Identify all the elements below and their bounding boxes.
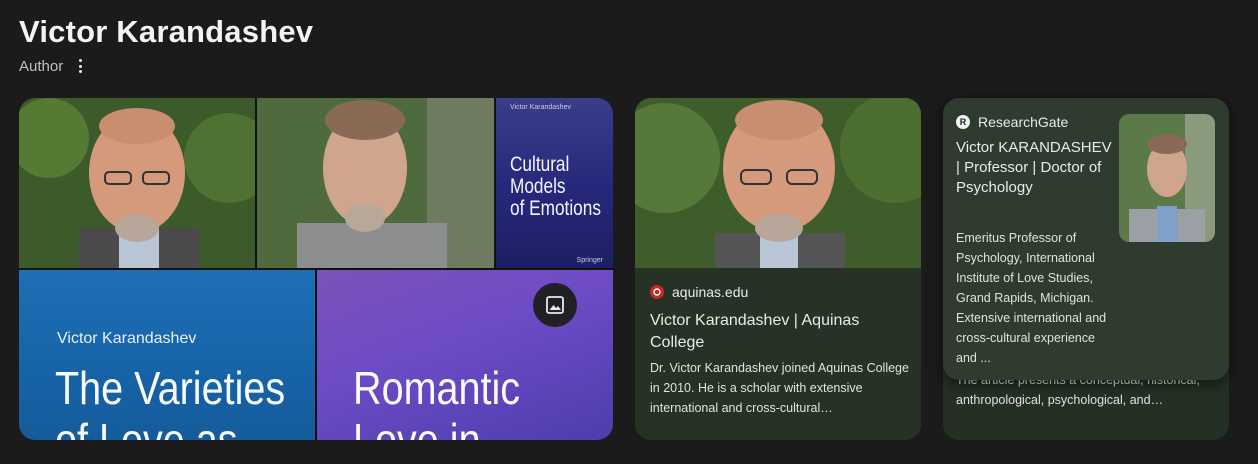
researchgate-favicon: R <box>956 115 970 129</box>
source-name: ResearchGate <box>978 114 1069 130</box>
aquinas-favicon <box>650 285 664 299</box>
book-cover-varieties-of-love[interactable]: Victor Karandashev The Varieties of Love… <box>19 270 315 440</box>
card-thumbnail <box>635 98 921 268</box>
entity-subtitle: Author <box>19 57 86 75</box>
image-collage[interactable]: Victor Karandashev Cultural Models of Em… <box>19 98 613 440</box>
book-author: Victor Karandashev <box>510 104 571 111</box>
book-title: Cultural Models of Emotions <box>510 153 601 220</box>
card-description: Dr. Victor Karandashev joined Aquinas Co… <box>650 361 909 415</box>
more-vert-icon[interactable] <box>75 57 86 75</box>
book-title: Romantic Love in <box>353 362 521 440</box>
source-name: aquinas.edu <box>672 284 749 300</box>
book-title: The Varieties of Love as <box>55 362 286 440</box>
page-title: Victor Karandashev <box>19 14 314 49</box>
book-author: Victor Karandashev <box>57 330 197 347</box>
preview-popover[interactable]: R ResearchGate Victor KARANDASHEV | Prof… <box>943 98 1229 380</box>
card-source[interactable]: aquinas.edu <box>650 284 748 300</box>
book-cover-cultural-models[interactable]: Victor Karandashev Cultural Models of Em… <box>496 98 613 268</box>
popover-thumbnail <box>1119 114 1215 242</box>
image-icon[interactable] <box>533 283 577 327</box>
result-card-aquinas[interactable]: aquinas.edu Victor Karandashev | Aquinas… <box>635 98 921 440</box>
photo-thumbnail-1[interactable] <box>19 98 255 268</box>
popover-source[interactable]: R ResearchGate <box>956 114 1068 130</box>
subtitle-label: Author <box>19 57 64 75</box>
photo-thumbnail-2[interactable] <box>257 98 494 268</box>
book-publisher: Springer <box>576 257 603 264</box>
popover-description: Emeritus Professor of Psychology, Intern… <box>956 231 1107 365</box>
popover-title[interactable]: Victor KARANDASHEV | Professor | Doctor … <box>956 138 1118 198</box>
card-title[interactable]: Victor Karandashev | Aquinas College <box>650 310 900 354</box>
